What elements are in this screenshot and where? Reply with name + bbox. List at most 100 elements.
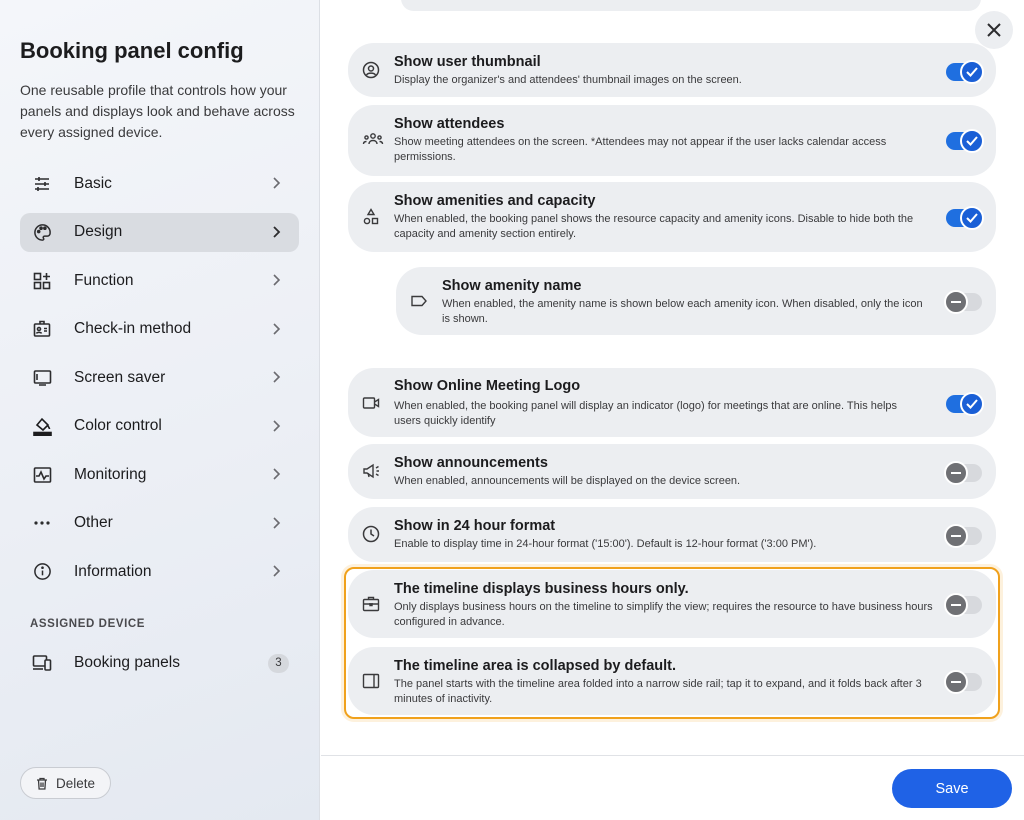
chevron-right-icon <box>273 225 281 238</box>
sidebar-item-color-control[interactable]: Color control <box>20 407 299 446</box>
palette-icon <box>32 222 52 242</box>
briefcase-icon <box>362 596 380 612</box>
setting-card-24-hour-format: Show in 24 hour format Enable to display… <box>348 507 996 562</box>
toggle-switch[interactable] <box>944 461 982 485</box>
setting-title: Show user thumbnail <box>394 54 541 70</box>
check-icon <box>960 206 984 230</box>
sidebar-item-function[interactable]: Function <box>20 261 299 300</box>
user-circle-icon <box>362 61 380 79</box>
assigned-device-heading: ASSIGNED DEVICE <box>30 618 146 630</box>
toggle-switch[interactable] <box>946 60 984 84</box>
sidebar-item-information[interactable]: Information <box>20 552 299 591</box>
close-icon <box>987 23 1001 37</box>
sidebar-item-other[interactable]: Other <box>20 504 299 543</box>
setting-title: Show in 24 hour format <box>394 518 556 534</box>
toggle-switch[interactable] <box>944 524 982 548</box>
setting-card-online-meeting-logo: Show Online Meeting Logo When enabled, t… <box>348 368 996 437</box>
chevron-right-icon <box>273 177 281 189</box>
grid-plus-icon <box>32 271 52 291</box>
tag-icon <box>411 295 427 307</box>
setting-card-business-hours: The timeline displays business hours onl… <box>348 570 996 638</box>
pulse-monitor-icon <box>32 465 52 485</box>
info-icon <box>32 562 52 582</box>
chevron-right-icon <box>273 419 281 432</box>
monitor-icon <box>32 368 52 388</box>
sidebar-item-design[interactable]: Design <box>20 212 299 252</box>
video-icon <box>362 397 380 409</box>
setting-description: Only displays business hours on the time… <box>394 601 933 628</box>
minus-icon <box>944 524 968 548</box>
shapes-icon <box>363 208 379 225</box>
delete-button[interactable]: Delete <box>20 767 111 799</box>
setting-title: The timeline displays business hours onl… <box>394 581 689 597</box>
sidebar-description: One reusable profile that controls how y… <box>20 82 295 140</box>
sidebar: Booking panel config One reusable profil… <box>0 0 320 820</box>
sidebar-item-label: Function <box>74 271 134 289</box>
minus-icon <box>944 461 968 485</box>
settings-panel[interactable]: Show user thumbnail Display the organize… <box>321 0 1024 755</box>
toggle-switch[interactable] <box>944 670 982 694</box>
sidebar-item-label: Design <box>74 223 123 240</box>
setting-card-partial <box>401 0 981 11</box>
chevron-right-icon <box>273 371 281 383</box>
megaphone-icon <box>363 463 379 479</box>
toggle-switch[interactable] <box>944 290 982 314</box>
minus-icon <box>944 670 968 694</box>
setting-title: Show attendees <box>394 116 505 132</box>
toggle-switch[interactable] <box>946 206 984 230</box>
setting-card-amenities-capacity: Show amenities and capacity When enabled… <box>348 182 996 252</box>
toggle-switch[interactable] <box>944 593 982 617</box>
setting-card-amenity-name: Show amenity name When enabled, the amen… <box>396 267 996 335</box>
toggle-switch[interactable] <box>946 129 984 153</box>
check-icon <box>960 392 984 416</box>
sidebar-item-monitoring[interactable]: Monitoring <box>20 455 299 494</box>
setting-card-timeline-collapsed: The timeline area is collapsed by defaul… <box>348 647 996 715</box>
sidebar-item-label: Check-in method <box>74 320 192 337</box>
trash-icon <box>36 777 47 790</box>
sliders-icon <box>32 174 52 194</box>
save-button[interactable]: Save <box>892 769 1012 808</box>
devices-icon <box>32 653 52 673</box>
people-icon <box>362 133 384 145</box>
sidebar-item-booking-panels[interactable]: Booking panels 3 <box>20 643 299 683</box>
setting-title: Show announcements <box>394 455 548 471</box>
sidebar-nav: Basic Design Function Check-in method Sc… <box>20 164 299 601</box>
sidebar-item-label: Screen saver <box>74 368 166 386</box>
setting-card-attendees: Show attendees Show meeting attendees on… <box>348 105 996 176</box>
setting-card-announcements: Show announcements When enabled, announc… <box>348 444 996 499</box>
sidebar-title: Booking panel config <box>20 38 244 63</box>
chevron-right-icon <box>273 322 281 335</box>
sidebar-item-label: Basic <box>74 174 112 192</box>
sidebar-item-screen-saver[interactable]: Screen saver <box>20 358 299 397</box>
footer: Save <box>321 755 1024 820</box>
setting-description: The panel starts with the timeline area … <box>394 678 922 705</box>
sidebar-item-basic[interactable]: Basic <box>20 164 299 203</box>
setting-title: Show Online Meeting Logo <box>394 378 581 394</box>
count-badge: 3 <box>268 654 289 673</box>
paint-bucket-icon <box>32 416 52 436</box>
setting-description: When enabled, the booking panel will dis… <box>394 400 898 427</box>
chevron-right-icon <box>273 274 281 286</box>
side-panel-icon <box>362 673 380 689</box>
setting-description: When enabled, the amenity name is shown … <box>442 298 923 325</box>
badge-icon <box>32 319 52 339</box>
chevron-right-icon <box>273 565 281 577</box>
setting-description: Show meeting attendees on the screen. *A… <box>394 136 887 163</box>
setting-description: When enabled, announcements will be disp… <box>394 475 741 487</box>
setting-description: Enable to display time in 24-hour format… <box>394 538 817 550</box>
sidebar-item-label: Monitoring <box>74 465 147 483</box>
check-icon <box>960 60 984 84</box>
minus-icon <box>944 593 968 617</box>
setting-description: When enabled, the booking panel shows th… <box>394 213 914 240</box>
minus-icon <box>944 290 968 314</box>
delete-label: Delete <box>55 775 96 791</box>
dots-icon <box>32 513 52 533</box>
toggle-switch[interactable] <box>946 392 984 416</box>
clock-icon <box>362 525 380 543</box>
sidebar-item-check-in-method[interactable]: Check-in method <box>20 310 299 349</box>
setting-description: Display the organizer's and attendees' t… <box>394 74 742 86</box>
sidebar-item-label: Information <box>74 562 152 580</box>
setting-title: Show amenities and capacity <box>394 193 596 209</box>
close-button[interactable] <box>975 11 1013 49</box>
setting-card-user-thumbnail: Show user thumbnail Display the organize… <box>348 43 996 97</box>
